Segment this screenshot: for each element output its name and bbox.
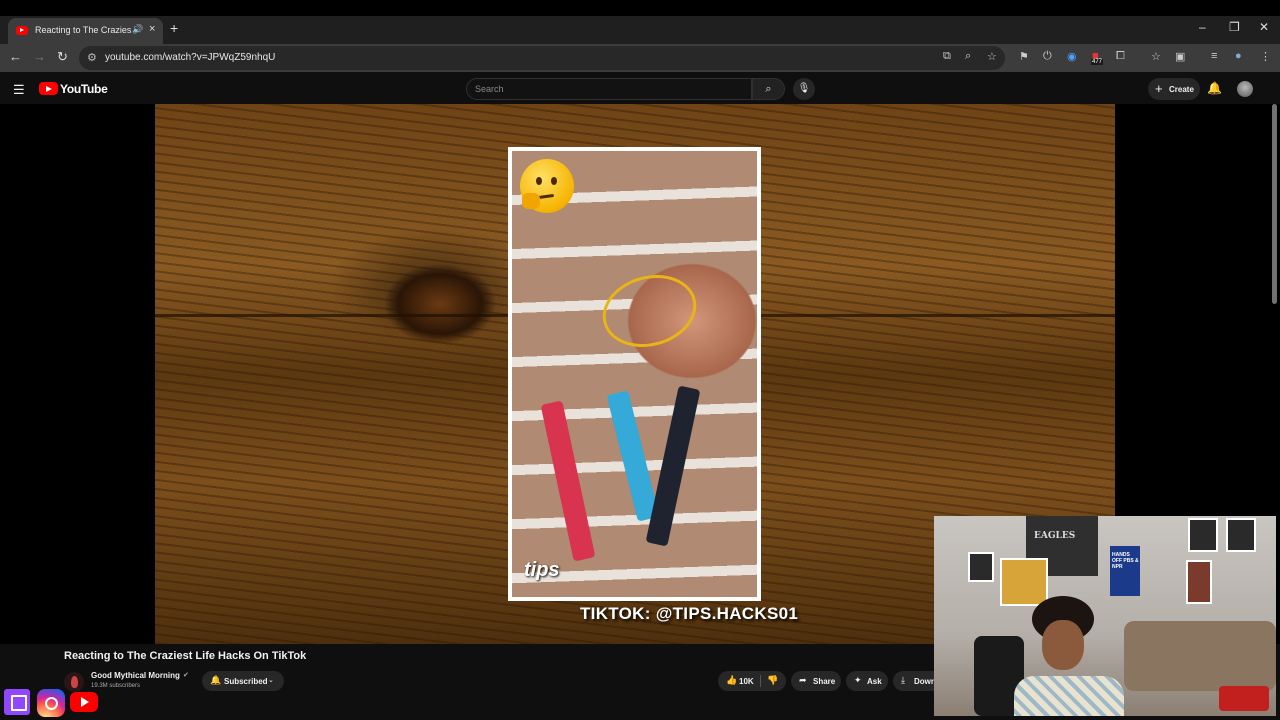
close-window-button[interactable]: ✕ bbox=[1259, 20, 1269, 34]
clip-caption: tips bbox=[524, 559, 560, 581]
emoji-eye bbox=[536, 177, 542, 185]
poster-text: EAGLES bbox=[1034, 531, 1076, 541]
extension-badge: 477 bbox=[1091, 59, 1104, 65]
subscriber-count: 19.3M subscribers bbox=[91, 683, 141, 689]
reload-icon[interactable]: ↻ bbox=[57, 49, 68, 65]
hands-off-poster: HANDS OFF PBS & NPR bbox=[1110, 546, 1140, 596]
bookmarks-icon[interactable]: ☆ bbox=[1151, 50, 1161, 63]
red-toy-car bbox=[1219, 686, 1269, 711]
browser-toolbar: ← → ↻ ⚙ youtube.com/watch?v=JPWqZ59nhqU … bbox=[0, 44, 1280, 72]
chevron-down-icon: ⌄ bbox=[268, 677, 274, 684]
streamer bbox=[1014, 596, 1124, 716]
tiktok-clip-content: tips bbox=[512, 151, 757, 597]
notifications-bell-icon[interactable]: 🔔 bbox=[1207, 81, 1222, 95]
url-text: youtube.com/watch?v=JPWqZ59nhqU bbox=[105, 52, 276, 63]
search-input[interactable]: Search bbox=[466, 78, 752, 100]
streamer-webcam-overlay: EAGLES HANDS OFF PBS & NPR bbox=[934, 516, 1276, 716]
address-bar[interactable]: ⚙ youtube.com/watch?v=JPWqZ59nhqU bbox=[79, 46, 1005, 70]
wall-frame bbox=[1186, 560, 1212, 604]
youtube-header: ☰ YouTube Search ⌕ 🎙 + Create 🔔 bbox=[0, 72, 1280, 106]
browser-menu-icon[interactable]: ⋮ bbox=[1260, 50, 1271, 63]
zoom-icon[interactable]: ⌕ bbox=[965, 50, 971, 63]
face bbox=[1042, 620, 1084, 670]
thumbs-down-icon[interactable]: 👎 bbox=[767, 675, 778, 686]
bookmark-star-icon[interactable]: ☆ bbox=[987, 50, 997, 63]
emoji-hand bbox=[522, 193, 540, 209]
media-controls-icon[interactable]: ≡ bbox=[1211, 50, 1217, 62]
install-app-icon[interactable]: ⧉ bbox=[943, 50, 951, 63]
youtube-logo-text[interactable]: YouTube bbox=[60, 82, 108, 96]
thinking-face-emoji-icon bbox=[520, 159, 574, 213]
tiktok-clip-frame: tips bbox=[508, 147, 761, 601]
power-icon[interactable]: ⏻ bbox=[1043, 50, 1052, 63]
back-arrow-icon[interactable]: ← bbox=[9, 49, 22, 64]
like-count[interactable]: 10K bbox=[739, 677, 754, 686]
wall-frame bbox=[968, 552, 994, 582]
side-panel-icon[interactable]: ▣ bbox=[1175, 50, 1185, 63]
subscribed-button[interactable]: 🔔 Subscribed ⌄ bbox=[202, 671, 284, 691]
poster2-text: HANDS OFF PBS & NPR bbox=[1112, 552, 1139, 570]
microphone-icon[interactable]: 🎙 bbox=[793, 78, 815, 100]
hamburger-menu-icon[interactable]: ☰ bbox=[13, 82, 25, 98]
browser-tab-strip: Reacting to The Craziest Life Hacks On T… bbox=[0, 0, 1280, 44]
tab-title: Reacting to The Craziest Life Hacks On T… bbox=[35, 25, 131, 35]
create-button[interactable]: + Create bbox=[1148, 78, 1200, 100]
couch bbox=[1124, 621, 1276, 691]
wall-frame bbox=[1226, 518, 1256, 552]
audio-extension-icon[interactable]: ◉ bbox=[1067, 50, 1077, 63]
wall-frame bbox=[1188, 518, 1218, 552]
black-strip-image bbox=[645, 385, 701, 547]
browser-tab-active[interactable]: Reacting to The Craziest Life Hacks On T… bbox=[8, 18, 163, 44]
youtube-favicon-icon bbox=[16, 26, 28, 35]
search-icon: ⌕ bbox=[765, 83, 772, 95]
emoji-mouth bbox=[537, 193, 555, 200]
share-button[interactable]: ➦ Share bbox=[791, 671, 841, 691]
pink-strip-image bbox=[540, 400, 596, 562]
window-top-edge bbox=[0, 0, 1280, 16]
search-button[interactable]: ⌕ bbox=[752, 78, 785, 100]
new-tab-button[interactable]: + bbox=[170, 20, 178, 36]
speaker-icon[interactable]: 🔊 bbox=[132, 24, 143, 35]
download-button[interactable]: ⤓ Download bbox=[893, 671, 938, 691]
download-icon: ⤓ bbox=[901, 675, 905, 685]
youtube-logo-icon[interactable] bbox=[39, 82, 58, 95]
shirt bbox=[1014, 676, 1124, 716]
minimize-button[interactable]: – bbox=[1199, 20, 1206, 34]
instagram-icon bbox=[37, 689, 65, 717]
video-title: Reacting to The Craziest Life Hacks On T… bbox=[64, 650, 307, 662]
thumbs-up-icon[interactable]: 👍 bbox=[726, 675, 737, 686]
twitch-icon bbox=[4, 689, 30, 715]
page-scrollbar[interactable] bbox=[1272, 104, 1277, 304]
bell-icon: 🔔 bbox=[210, 675, 222, 685]
maximize-button[interactable]: ❐ bbox=[1229, 20, 1240, 34]
channel-avatar[interactable] bbox=[64, 672, 84, 692]
share-arrow-icon: ➦ bbox=[799, 675, 807, 685]
user-avatar[interactable] bbox=[1237, 81, 1253, 97]
extension-gift-icon[interactable]: ⚑ bbox=[1019, 50, 1029, 63]
share-label: Share bbox=[813, 677, 836, 686]
channel-name[interactable]: Good Mythical Morning bbox=[91, 671, 180, 680]
tiktok-handle-overlay: TIKTOK: @TIPS.HACKS01 bbox=[580, 604, 799, 623]
emoji-eye bbox=[551, 177, 557, 185]
verified-check-icon: ✔ bbox=[183, 672, 189, 679]
sparkle-icon: ✦ bbox=[854, 675, 862, 685]
profile-icon[interactable]: ● bbox=[1235, 50, 1242, 62]
search-placeholder: Search bbox=[475, 84, 504, 94]
plus-icon: + bbox=[1155, 81, 1163, 96]
like-dislike-group: 👍 10K 👎 bbox=[718, 671, 786, 691]
divider bbox=[760, 675, 761, 687]
youtube-icon bbox=[70, 692, 98, 712]
blue-strip-image bbox=[606, 390, 660, 522]
create-label: Create bbox=[1169, 85, 1194, 94]
subscribed-label: Subscribed bbox=[224, 677, 268, 686]
extensions-puzzle-icon[interactable]: ⧠ bbox=[1116, 50, 1125, 63]
ask-label: Ask bbox=[867, 677, 882, 686]
tab-close-icon[interactable]: × bbox=[149, 23, 155, 35]
forward-arrow-icon[interactable]: → bbox=[33, 49, 46, 64]
ask-button[interactable]: ✦ Ask bbox=[846, 671, 888, 691]
site-info-icon[interactable]: ⚙ bbox=[87, 51, 97, 64]
